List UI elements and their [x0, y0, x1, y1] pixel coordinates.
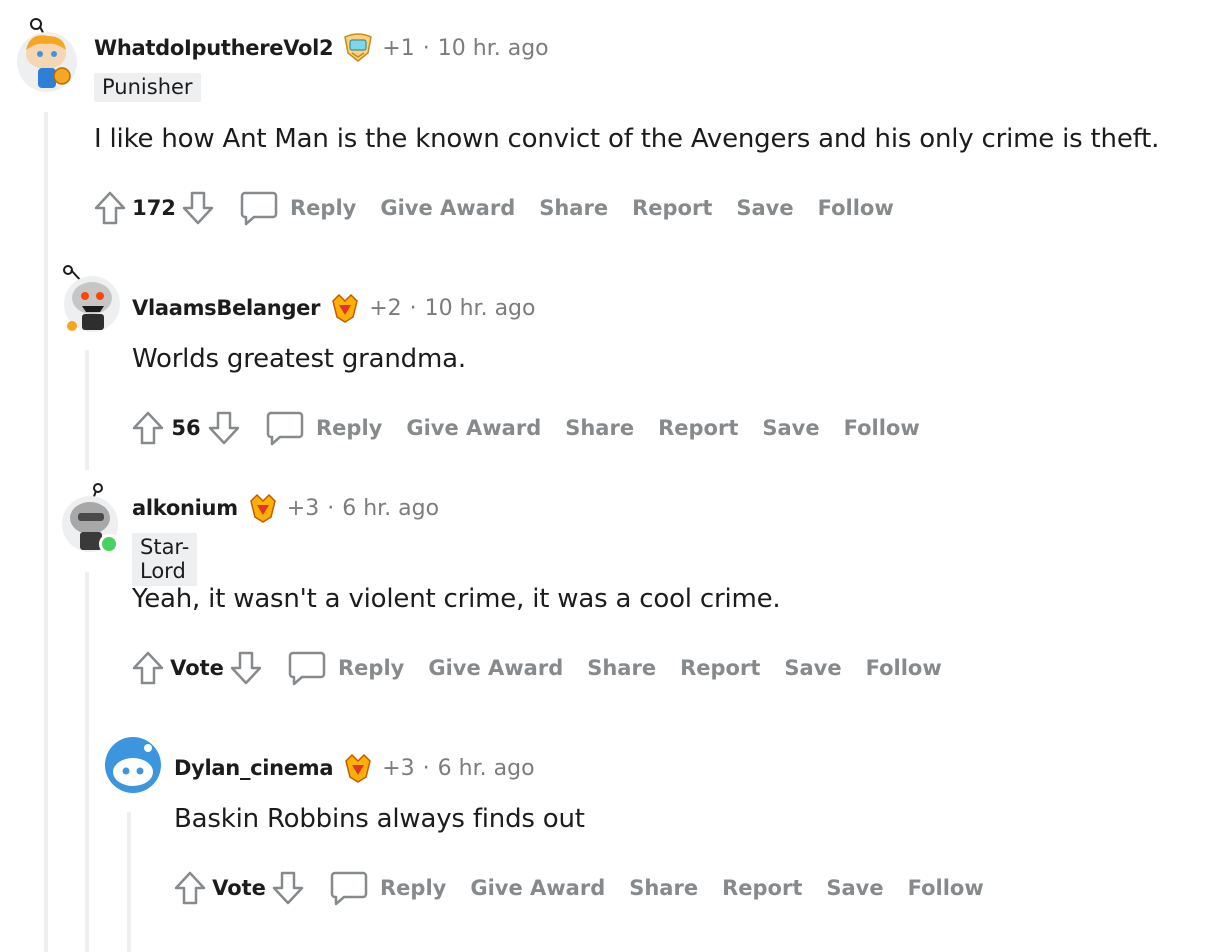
award-icon[interactable] [342, 33, 374, 63]
score-tag: +3 [382, 755, 415, 781]
thread-line-level-1[interactable] [44, 112, 48, 952]
comment-actions: 172 Reply Give Award Share Report Save F… [90, 188, 894, 228]
give-award-button[interactable]: Give Award [406, 416, 541, 440]
separator-dot: · [327, 495, 335, 521]
comment-meta: alkonium +3 · 6 hr. ago [132, 493, 439, 523]
avatar[interactable] [58, 480, 118, 552]
reply-button[interactable]: Reply [240, 190, 356, 226]
vote-count: 172 [132, 196, 176, 220]
reply-label: Reply [290, 196, 357, 220]
username[interactable]: alkonium [132, 496, 238, 520]
avatar[interactable] [104, 736, 164, 796]
comment-bubble-icon [266, 410, 304, 446]
thread-line-level-3[interactable] [127, 812, 131, 952]
user-flair: Punisher [94, 73, 201, 102]
share-button[interactable]: Share [539, 196, 608, 220]
comment-actions: Vote Reply Give Award Share Report Save … [170, 868, 984, 908]
username[interactable]: WhatdoIputhereVol2 [94, 36, 334, 60]
save-button[interactable]: Save [826, 876, 883, 900]
comment-bubble-icon [240, 190, 278, 226]
timestamp[interactable]: 6 hr. ago [342, 496, 439, 521]
thread-line-level-2[interactable] [85, 350, 89, 470]
share-button[interactable]: Share [629, 876, 698, 900]
comment-body: Worlds greatest grandma. [132, 344, 466, 374]
username[interactable]: Dylan_cinema [174, 756, 334, 780]
follow-button[interactable]: Follow [908, 876, 984, 900]
report-button[interactable]: Report [722, 876, 802, 900]
follow-button[interactable]: Follow [844, 416, 920, 440]
online-status-indicator [99, 534, 119, 554]
comment-body: I like how Ant Man is the known convict … [94, 124, 1160, 154]
separator-dot: · [409, 295, 417, 321]
timestamp[interactable]: 10 hr. ago [425, 296, 536, 321]
upvote-icon[interactable] [128, 408, 168, 448]
comment-actions: Vote Reply Give Award Share Report Save … [128, 648, 942, 688]
vote-count: Vote [170, 656, 224, 680]
comment-bubble-icon [330, 870, 368, 906]
reply-button[interactable]: Reply [330, 870, 446, 906]
comment-actions: 56 Reply Give Award Share Report Save Fo… [128, 408, 920, 448]
save-button[interactable]: Save [762, 416, 819, 440]
give-award-button[interactable]: Give Award [428, 656, 563, 680]
comment-bubble-icon [288, 650, 326, 686]
award-icon[interactable] [342, 753, 374, 783]
report-button[interactable]: Report [632, 196, 712, 220]
share-button[interactable]: Share [587, 656, 656, 680]
save-button[interactable]: Save [736, 196, 793, 220]
avatar[interactable] [58, 260, 120, 332]
separator-dot: · [422, 755, 430, 781]
reply-label: Reply [380, 876, 447, 900]
award-icon[interactable] [247, 493, 279, 523]
username[interactable]: VlaamsBelanger [132, 296, 320, 320]
separator-dot: · [422, 35, 430, 61]
downvote-icon[interactable] [204, 408, 244, 448]
reply-button[interactable]: Reply [288, 650, 404, 686]
comment-body: Yeah, it wasn't a violent crime, it was … [132, 584, 781, 614]
award-icon[interactable] [329, 293, 361, 323]
comment-meta: WhatdoIputhereVol2 +1 · 10 hr. ago [94, 33, 549, 63]
score-tag: +2 [369, 295, 402, 321]
follow-button[interactable]: Follow [818, 196, 894, 220]
reply-label: Reply [316, 416, 383, 440]
timestamp[interactable]: 10 hr. ago [438, 36, 549, 61]
give-award-button[interactable]: Give Award [380, 196, 515, 220]
comment-meta: VlaamsBelanger +2 · 10 hr. ago [132, 293, 535, 323]
vote-count: Vote [212, 876, 266, 900]
share-button[interactable]: Share [565, 416, 634, 440]
user-flair: Star-Lord [132, 533, 198, 586]
comment-meta: Dylan_cinema +3 · 6 hr. ago [174, 753, 535, 783]
follow-button[interactable]: Follow [866, 656, 942, 680]
avatar[interactable] [16, 18, 77, 92]
reply-label: Reply [338, 656, 405, 680]
downvote-icon[interactable] [226, 648, 266, 688]
upvote-icon[interactable] [128, 648, 168, 688]
thread-line-level-2[interactable] [85, 572, 89, 952]
comment-body: Baskin Robbins always finds out [174, 804, 585, 834]
save-button[interactable]: Save [784, 656, 841, 680]
give-award-button[interactable]: Give Award [470, 876, 605, 900]
report-button[interactable]: Report [658, 416, 738, 440]
vote-count: 56 [171, 416, 201, 440]
timestamp[interactable]: 6 hr. ago [438, 756, 535, 781]
downvote-icon[interactable] [268, 868, 308, 908]
score-tag: +1 [382, 35, 415, 61]
upvote-icon[interactable] [90, 188, 130, 228]
score-tag: +3 [286, 495, 320, 521]
reply-button[interactable]: Reply [266, 410, 382, 446]
upvote-icon[interactable] [170, 868, 210, 908]
downvote-icon[interactable] [178, 188, 218, 228]
report-button[interactable]: Report [680, 656, 760, 680]
